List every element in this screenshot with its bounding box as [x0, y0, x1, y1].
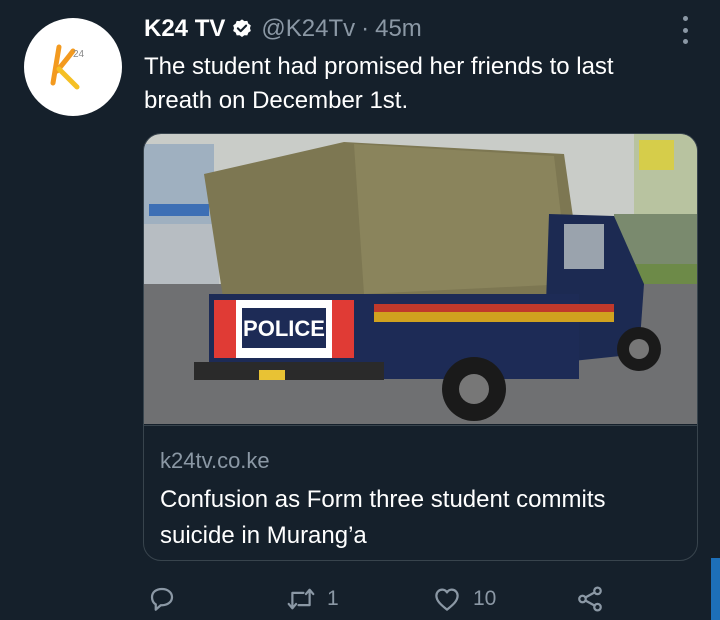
verified-badge-icon — [231, 18, 253, 40]
header-separator: · — [361, 15, 370, 42]
k24-logo-icon: 24 — [50, 44, 85, 90]
like-button[interactable]: 10 — [431, 584, 496, 614]
author-handle[interactable]: @K24Tv — [261, 15, 355, 43]
retweet-count: 1 — [327, 587, 339, 610]
svg-text:24: 24 — [73, 49, 85, 60]
card-title: Confusion as Form three student commits … — [160, 486, 606, 549]
author-name[interactable]: K24 TV — [144, 15, 225, 43]
tweet-header: K24 TV @K24Tv · 45m — [144, 12, 422, 46]
tweet-actions: 1 10 — [145, 584, 615, 614]
share-icon — [578, 586, 602, 612]
police-label: POLICE — [243, 316, 325, 341]
card-body[interactable]: k24tv.co.ke Confusion as Form three stud… — [144, 425, 697, 560]
like-icon — [435, 588, 459, 611]
more-options-icon[interactable] — [680, 16, 690, 44]
card-image[interactable]: POLICE — [144, 134, 698, 424]
tweet-text: The student had promised her friends to … — [144, 53, 614, 114]
retweet-icon — [287, 588, 315, 610]
link-card[interactable]: POLICE k24tv.co.ke Confusion as Form thr… — [143, 133, 698, 561]
tweet-timestamp[interactable]: 45m — [375, 15, 422, 43]
scroll-indicator[interactable] — [711, 558, 720, 620]
author-avatar[interactable]: 24 — [24, 18, 122, 116]
share-button[interactable] — [575, 584, 605, 614]
like-count: 10 — [473, 587, 497, 610]
card-domain: k24tv.co.ke — [160, 448, 270, 473]
retweet-button[interactable]: 1 — [285, 584, 339, 614]
reply-button[interactable] — [147, 584, 187, 614]
reply-icon — [150, 587, 174, 611]
